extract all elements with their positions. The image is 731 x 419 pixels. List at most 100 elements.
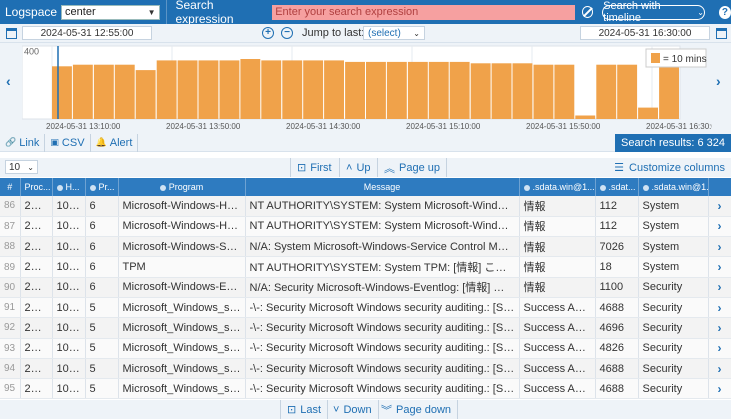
- table-row[interactable]: 93 202... 10.0... 5 Microsoft_Windows_secu..…: [0, 338, 731, 359]
- zoom-out-icon[interactable]: −: [281, 27, 293, 39]
- table-row[interactable]: 89 202... 10.0... 6 TPM NT AUTHORITY\SYSTEM: …: [0, 256, 731, 278]
- first-button[interactable]: ⊡ First: [290, 158, 338, 177]
- table-row[interactable]: 91 202... 10.0... 5 Microsoft_Windows_secu..…: [0, 297, 731, 319]
- table-cell: 6: [85, 277, 119, 298]
- search-input[interactable]: Enter your search expression: [272, 4, 575, 20]
- chevron-right-icon[interactable]: ›: [708, 297, 731, 319]
- col-header-host[interactable]: H...: [52, 178, 86, 196]
- histogram-bar[interactable]: [282, 60, 303, 119]
- histogram-bar[interactable]: [386, 61, 407, 119]
- col-header-proc[interactable]: Proc...: [20, 178, 53, 196]
- table-cell: 202...: [20, 236, 53, 258]
- col-header-priority[interactable]: Pr...: [85, 178, 119, 196]
- histogram-bar[interactable]: [596, 64, 617, 119]
- table-cell: 情報: [519, 236, 596, 258]
- table-cell: 6: [85, 236, 119, 258]
- table-row[interactable]: 90 202... 10.0... 6 Microsoft-Windows-Event.…: [0, 277, 731, 298]
- histogram-bar[interactable]: [177, 60, 198, 119]
- histogram-bar[interactable]: [198, 60, 219, 119]
- end-date-field[interactable]: 2024-05-31 16:30:00: [580, 26, 710, 40]
- clear-icon[interactable]: [581, 6, 594, 18]
- up-button[interactable]: ˄ Up: [339, 158, 377, 177]
- table-row[interactable]: 92 202... 10.0... 5 Microsoft_Windows_secu..…: [0, 317, 731, 339]
- histogram-bar[interactable]: [72, 64, 93, 119]
- table-row[interactable]: 88 202... 10.0... 6 Microsoft-Windows-Servi.…: [0, 236, 731, 258]
- col-header-program[interactable]: Program: [118, 178, 246, 196]
- page-up-button[interactable]: ︽ Page up: [377, 158, 447, 177]
- histogram-chart[interactable]: 400 = 10 mins 2024-05-31 13:10:00 2024-05-3…: [22, 43, 712, 134]
- chevron-right-icon[interactable]: ›: [708, 196, 731, 217]
- table-row[interactable]: 95 202... 10.0... 5 Microsoft_Windows_secu..…: [0, 378, 731, 400]
- table-row[interactable]: 87 202... 10.0... 6 Microsoft-Windows-HttpS.…: [0, 216, 731, 238]
- help-icon[interactable]: ?: [718, 5, 731, 19]
- calendar-icon[interactable]: [716, 28, 727, 39]
- per-page-select[interactable]: 10 ⌄: [5, 160, 38, 174]
- histogram-bar[interactable]: [470, 63, 491, 119]
- table-cell: 202...: [20, 317, 53, 339]
- histogram-bar[interactable]: [114, 64, 135, 119]
- alert-button[interactable]: 🔔 Alert: [91, 133, 139, 152]
- chevron-right-icon[interactable]: ›: [708, 358, 731, 380]
- chevron-right-icon[interactable]: ›: [708, 277, 731, 298]
- histogram-bar[interactable]: [575, 115, 596, 120]
- col-header-sdata-2[interactable]: .sdat...: [595, 178, 639, 196]
- histogram-bar[interactable]: [219, 60, 240, 119]
- histogram-bar[interactable]: [240, 59, 261, 119]
- double-chevron-down-icon: ︾: [381, 404, 392, 417]
- histogram-bar[interactable]: [52, 66, 72, 119]
- chevron-right-icon[interactable]: ›: [708, 317, 731, 339]
- histogram-bar[interactable]: [659, 61, 679, 119]
- page-down-label: Page down: [396, 403, 452, 416]
- logspace-select[interactable]: center ▼: [61, 4, 160, 20]
- col-header-sdata-3[interactable]: .sdata.win@1...: [638, 178, 709, 196]
- chevron-right-icon[interactable]: ›: [716, 73, 721, 89]
- histogram-bar[interactable]: [156, 60, 177, 119]
- histogram-bar[interactable]: [554, 64, 575, 119]
- histogram-bar[interactable]: [303, 60, 324, 119]
- chevron-right-icon[interactable]: ›: [708, 216, 731, 238]
- col-header-index[interactable]: #: [0, 178, 21, 196]
- col-header-sdata-1[interactable]: .sdata.win@1...: [519, 178, 596, 196]
- table-cell: Microsoft-Windows-HttpS...: [118, 216, 246, 238]
- csv-button[interactable]: ▣ CSV: [45, 133, 91, 152]
- histogram-bar[interactable]: [428, 61, 449, 119]
- table-cell: 18: [595, 256, 639, 278]
- down-label: Down: [343, 403, 372, 416]
- timeline-button-label: Search with timeline: [603, 0, 661, 24]
- chevron-right-icon[interactable]: ›: [708, 338, 731, 359]
- zoom-in-icon[interactable]: +: [262, 27, 274, 39]
- histogram-bar[interactable]: [638, 107, 658, 119]
- table-row[interactable]: 86 202... 10.0... 6 Microsoft-Windows-HttpS.…: [0, 196, 731, 217]
- link-button[interactable]: 🔗 Link: [0, 133, 46, 152]
- start-date-field[interactable]: 2024-05-31 12:55:00: [22, 26, 152, 40]
- table-cell: N/A: Security Microsoft-Windows-Eventlog…: [245, 277, 520, 298]
- col-header-label: H...: [65, 182, 80, 192]
- histogram-bar[interactable]: [324, 60, 344, 119]
- calendar-icon[interactable]: [6, 28, 17, 39]
- down-button[interactable]: ˅ Down: [327, 400, 379, 419]
- histogram-bar[interactable]: [533, 64, 554, 119]
- customize-columns-button[interactable]: ☰ Customize columns: [614, 158, 725, 177]
- jump-select[interactable]: (select) ⌄: [363, 26, 425, 40]
- histogram-bar[interactable]: [366, 61, 386, 119]
- histogram-bar[interactable]: [512, 63, 533, 119]
- chevron-right-icon[interactable]: ›: [708, 378, 731, 400]
- last-button[interactable]: ⊡ Last: [280, 400, 329, 419]
- histogram-bar[interactable]: [135, 70, 156, 119]
- table-cell: System: [638, 216, 709, 238]
- chevron-right-icon[interactable]: ›: [708, 256, 731, 278]
- table-cell: Success Audit: [519, 378, 596, 400]
- chevron-left-icon[interactable]: ‹: [6, 73, 11, 89]
- col-header-message[interactable]: Message: [245, 178, 520, 196]
- histogram-bar[interactable]: [93, 64, 114, 119]
- histogram-bar[interactable]: [345, 61, 365, 119]
- histogram-bar[interactable]: [407, 61, 428, 119]
- histogram-bar[interactable]: [491, 63, 512, 119]
- table-row[interactable]: 94 202... 10.0... 5 Microsoft_Windows_secu..…: [0, 358, 731, 380]
- histogram-bar[interactable]: [261, 60, 282, 119]
- chevron-right-icon[interactable]: ›: [708, 236, 731, 258]
- search-with-timeline-button[interactable]: Search with timeline ⌄: [602, 0, 705, 24]
- page-down-button[interactable]: ︾ Page down: [375, 400, 459, 419]
- histogram-bar[interactable]: [617, 64, 638, 119]
- histogram-bar[interactable]: [449, 61, 470, 119]
